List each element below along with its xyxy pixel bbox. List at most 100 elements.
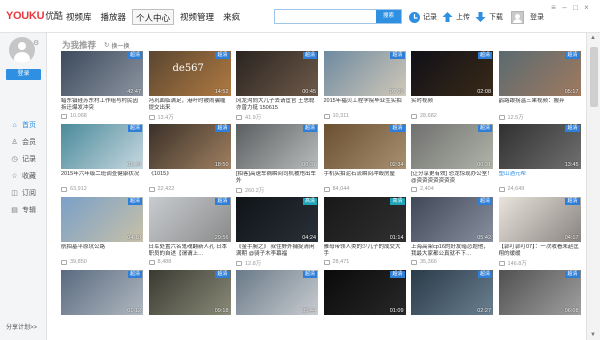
video-thumbnail[interactable]: 超清 04:18 [61,197,143,242]
video-duration: 04:18 [127,235,141,241]
video-card[interactable]: 超清 04:18 航拍基平原坑公路 39,850 [61,197,143,268]
nav-personal-center[interactable]: 个人中心 [132,9,175,25]
sidebar-item-home[interactable]: ⌂ 首页 [0,117,47,133]
video-title[interactable]: 2015年六年级二班调查健康状况 [61,171,143,185]
video-thumbnail[interactable]: 超清 13:45 [498,124,581,169]
video-card[interactable]: 超清 02:34 手机实拍泥石流瞬间冲毁房屋 84,044 [323,124,406,195]
maximize-icon[interactable]: □ [570,3,581,13]
video-thumbnail[interactable]: 超清 01:49 [61,124,143,169]
video-thumbnail[interactable]: 超清 09:18 [148,270,231,315]
video-title[interactable]: 手机实拍泥石流瞬间冲毁房屋 [324,171,406,185]
video-title[interactable]: 实时视频 [411,98,493,112]
video-card[interactable]: 超清 09:18 [148,270,231,340]
video-thumbnail[interactable]: de567 超清 14:52 [148,51,231,96]
video-thumbnail[interactable]: 超清 18:50 [148,124,231,169]
video-card[interactable]: 高清 04:24 《金手腕之》 叔住野外捕捉清闲满期 @骑子木李幕福 12.8万 [236,197,318,268]
video-thumbnail[interactable]: 高清 04:24 [236,197,318,242]
video-card[interactable]: 超清 05:42 上海高架cp16的好友暗恋题他，我最大家都公真就不下… 35,366 [411,197,493,268]
video-card[interactable]: 超清 00:45 冈龙沟向大儿子去请宦官 王思聪亦曾力挺 150615 41.9万 [236,51,318,122]
video-title[interactable]: 雅母带领人类的少儿子的成交大手 [324,244,406,258]
video-thumbnail[interactable]: 超清 01:12 [61,270,143,315]
scroll-up-icon[interactable]: ▲ [590,35,596,41]
video-thumbnail[interactable]: 高清 01:14 [323,197,406,242]
video-thumbnail[interactable]: 超清 01:09 [323,270,406,315]
sidebar-item-subscriptions[interactable]: ◫ 订阅 [0,185,47,201]
close-icon[interactable]: × [581,3,592,13]
video-thumbnail[interactable]: 超清 05:42 [411,197,493,242]
video-thumbnail[interactable]: 超清 00:37 [236,124,318,169]
nav-player[interactable]: 播放器 [98,9,130,25]
scrollbar[interactable]: ▲ ▼ [586,33,600,340]
video-title[interactable]: 冈龙沟向大儿子去请宦官 王思聪亦曾力挺 150615 [236,98,318,112]
menu-icon[interactable]: ≡ [548,3,559,13]
gear-icon[interactable]: ⚙ [33,39,39,47]
video-card[interactable]: 超清 05:44 [236,270,318,340]
video-card[interactable]: 超清 00:31 [让分享更有效] 恐龙惊现办公室！@资资资资资资资 2,404 [411,124,493,195]
sidebar-item-albums[interactable]: ▤ 专辑 [0,202,47,218]
video-title[interactable]: [拍客]高速车祸瞬间司机被甩出车外 [236,171,318,185]
video-thumbnail[interactable]: 超清 07:09 [323,51,406,96]
search-input[interactable] [275,10,377,23]
scrollbar-thumb[interactable] [590,47,598,107]
video-title[interactable]: 日军处置六名鬼魂翻新人孔 日本职员的自述【谓谓上… [149,244,231,258]
video-card[interactable]: 超清 06:08 [498,270,581,340]
video-title[interactable]: 冯巩面临满足，港叶时被闹骗缠提交出来 [149,98,231,112]
video-thumbnail[interactable]: 超清 05:17 [498,51,581,96]
video-title[interactable]: 【郭叮郭叮07】：一次收看未赵匡翔的缓缓 [499,244,581,258]
video-card[interactable]: 超清 00:37 [拍客]高速车祸瞬间司机被甩出车外 260.2万 [236,124,318,195]
minimize-icon[interactable]: – [559,3,570,13]
video-card[interactable]: 超清 01:12 [61,270,143,340]
avatar[interactable] [9,37,35,63]
youku-logo[interactable]: YOUKU优酷 [6,9,63,22]
video-card[interactable]: 超清 07:09 2015年福贝工程学院毕业生实拍 10,311 [323,51,406,122]
video-card[interactable]: 超清 01:09 [323,270,406,340]
sidebar-item-history[interactable]: ◷ 记录 [0,151,47,167]
video-thumbnail[interactable]: 超清 00:45 [236,51,318,96]
sidebar-item-member[interactable]: ♙ 会员 [0,134,47,150]
sidebar-login-button[interactable]: 登录 [6,69,41,80]
quality-badge: 超清 [215,271,230,278]
nav-video-library[interactable]: 视频库 [63,9,95,25]
search-button[interactable]: 搜索 [376,10,401,23]
download-button[interactable]: 下载 [474,8,503,26]
video-card[interactable]: 超清 02:27 [411,270,493,340]
user-login[interactable]: 登录 [511,8,544,26]
video-card[interactable]: de567 超清 14:52 冯巩面临满足，港叶时被闹骗缠提交出来 13.4万 [148,51,231,122]
video-thumbnail[interactable]: 超清 29:56 [148,197,231,242]
sidebar-item-favorites[interactable]: ☆ 收藏 [0,168,47,184]
video-thumbnail[interactable]: 超清 00:31 [411,124,493,169]
video-title[interactable]: 《1015》 [149,171,231,185]
video-card[interactable]: 超清 29:56 日军处置六名鬼魂翻新人孔 日本职员的自述【谓谓上… 8,488 [148,197,231,268]
video-thumbnail[interactable]: 超清 05:44 [236,270,318,315]
nav-laifeng[interactable]: 来疯 [220,9,243,25]
video-thumbnail[interactable]: 超清 04:17 [498,197,581,242]
share-plan-link[interactable]: 分享计划>> [6,322,37,331]
view-count: 35,366 [411,259,437,265]
video-card[interactable]: 超清 18:50 《1015》 22,422 [148,124,231,195]
video-card[interactable]: 超清 01:49 2015年六年级二班调查健康状况 63,912 [61,124,143,195]
video-thumbnail[interactable]: 超清 06:08 [498,270,581,315]
video-title[interactable]: 塑山酒元帮 [499,171,581,185]
video-title[interactable]: 航拍基平原坑公路 [61,244,143,258]
video-card[interactable]: 超清 02:08 实时视频 28,682 [411,51,493,122]
record-button[interactable]: 记录 [408,8,437,26]
video-card[interactable]: 超清 42:47 蜡东镇硅苏东村工作组与村民因拆迁爆发冲突 10,068 [61,51,143,122]
video-title[interactable]: 蜡东镇硅苏东村工作组与村民因拆迁爆发冲突 [61,98,143,112]
video-thumbnail[interactable]: 超清 02:34 [323,124,406,169]
video-card[interactable]: 高清 01:14 雅母带领人类的少儿子的成交大手 28,471 [323,197,406,268]
nav-video-management[interactable]: 视频管理 [177,9,217,25]
video-card[interactable]: 超清 04:17 【郭叮郭叮07】：一次收看未赵匡翔的缓缓 146.8万 [498,197,581,268]
video-title[interactable]: 2015年福贝工程学院毕业生实拍 [324,98,406,112]
video-thumbnail[interactable]: 超清 02:27 [411,270,493,315]
video-thumbnail[interactable]: 超清 02:08 [411,51,493,96]
video-card[interactable]: 超清 13:45 塑山酒元帮 24,649 [498,124,581,195]
video-title[interactable]: 上海高架cp16的好友暗恋题他，我最大家都公真就不下… [411,244,493,258]
video-title[interactable]: 《金手腕之》 叔住野外捕捉清闲满期 @骑子木李幕福 [236,244,318,258]
video-thumbnail[interactable]: 超清 42:47 [61,51,143,96]
upload-button[interactable]: 上传 [441,8,470,26]
scroll-down-icon[interactable]: ▼ [590,332,596,338]
video-title[interactable]: 鹊路跟拐温三果视频：搬弃 [499,98,581,112]
refresh-button[interactable]: ↻ 换一换 [104,41,129,50]
video-card[interactable]: 超清 05:17 鹊路跟拐温三果视频：搬弃 12.5万 [498,51,581,122]
video-title[interactable]: [让分享更有效] 恐龙惊现办公室！@资资资资资资资 [411,171,493,185]
